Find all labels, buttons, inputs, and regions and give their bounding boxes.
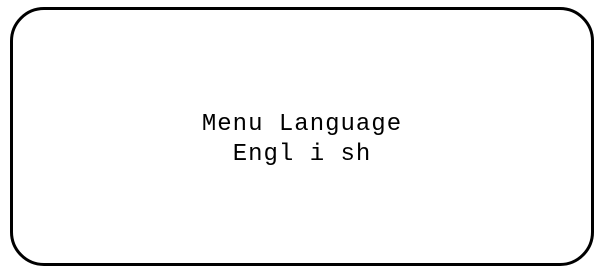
menu-title: Menu Language: [201, 110, 403, 138]
display-screen: Menu Language Engl i sh: [0, 0, 608, 276]
display-content: Menu Language Engl i sh: [13, 10, 591, 263]
display-frame: Menu Language Engl i sh: [10, 7, 594, 266]
menu-value: Engl i sh: [232, 140, 372, 168]
